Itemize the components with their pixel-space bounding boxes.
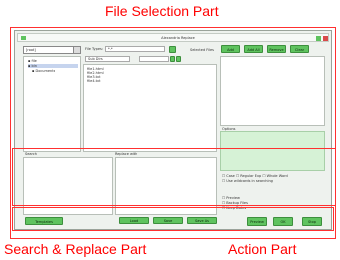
action-region (12, 207, 334, 231)
search-replace-region (12, 148, 336, 206)
search-replace-annotation: Search & Replace Part (4, 241, 147, 257)
action-annotation: Action Part (228, 241, 297, 257)
file-selection-annotation: File Selection Part (105, 3, 219, 19)
